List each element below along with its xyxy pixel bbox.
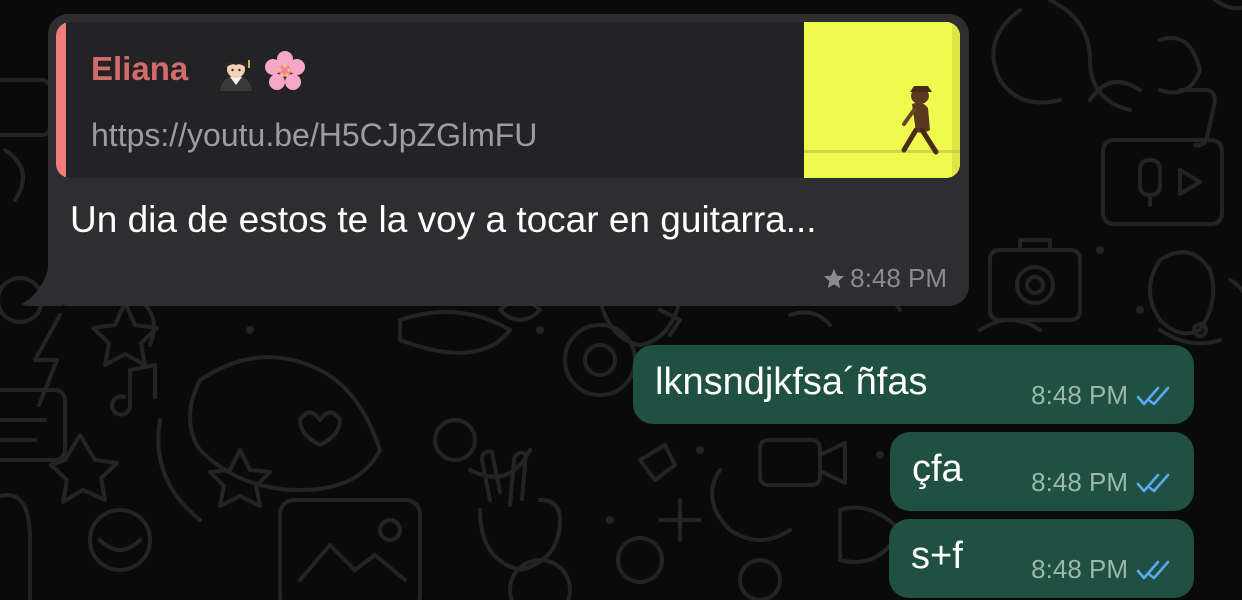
message-text: Un dia de estos te la voy a tocar en gui… [70, 199, 817, 240]
message-meta: 8:48 PM [1031, 554, 1172, 585]
incoming-message-bubble[interactable]: Eliana https://youtu.be/H5CJpZGlmFU Un d… [22, 14, 969, 306]
message-text: s+f [911, 535, 963, 577]
message-time: 8:48 PM [1031, 380, 1128, 410]
read-double-check-icon [1136, 560, 1170, 579]
message-meta: 8:48 PM [1031, 380, 1172, 411]
quote-author-name: Eliana [91, 50, 189, 87]
read-double-check-icon [1136, 473, 1170, 492]
bubble-tail-icon [22, 266, 62, 306]
message-text: lknsndjkfsa´ñfas [655, 361, 928, 403]
video-thumbnail[interactable] [804, 22, 960, 178]
quoted-message[interactable]: Eliana https://youtu.be/H5CJpZGlmFU [56, 22, 960, 178]
read-double-check-icon [1136, 386, 1170, 405]
message-meta: 8:48 PM [1031, 467, 1172, 498]
quote-link-url[interactable]: https://youtu.be/H5CJpZGlmFU [91, 117, 537, 154]
star-icon [824, 268, 845, 288]
student-emoji-icon [220, 53, 252, 91]
outgoing-message-bubble[interactable]: lknsndjkfsa´ñfas 8:48 PM [633, 345, 1194, 424]
message-time: 8:48 PM [850, 263, 947, 293]
chat-view: Eliana https://youtu.be/H5CJpZGlmFU Un d… [0, 0, 1242, 600]
message-time: 8:48 PM [1031, 467, 1128, 497]
outgoing-message-bubble[interactable]: çfa 8:48 PM [890, 432, 1194, 511]
message-meta: 8:48 PM [822, 263, 947, 294]
quote-accent-bar [56, 22, 66, 178]
message-text: çfa [912, 448, 963, 490]
message-time: 8:48 PM [1031, 554, 1128, 584]
outgoing-message-bubble[interactable]: s+f 8:48 PM [889, 519, 1194, 598]
cherry-blossom-emoji-icon [265, 51, 305, 90]
